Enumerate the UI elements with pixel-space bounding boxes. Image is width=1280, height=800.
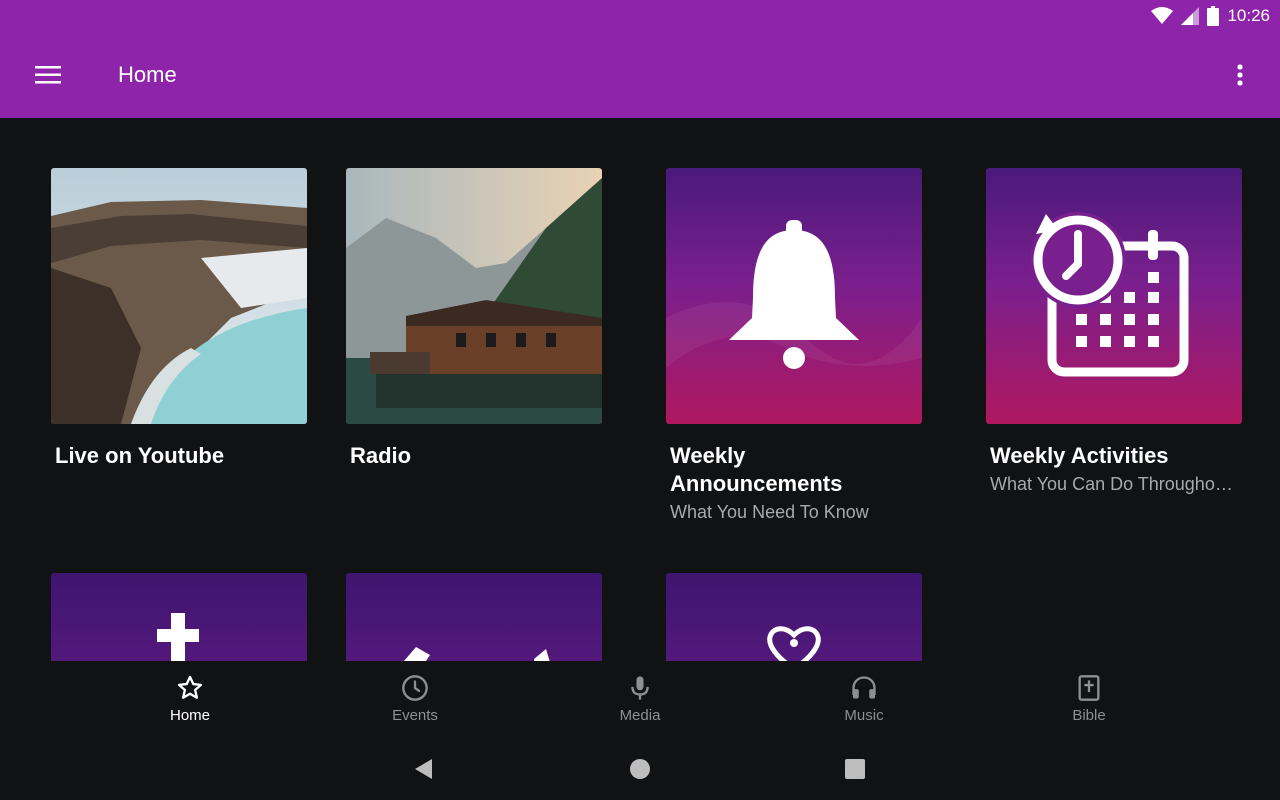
nav-bible[interactable]: Bible bbox=[1029, 661, 1149, 739]
tile-weekly-activities[interactable]: Weekly Activities What You Can Do Throug… bbox=[986, 168, 1242, 496]
overflow-menu-button[interactable] bbox=[1222, 58, 1258, 92]
system-home-button[interactable] bbox=[625, 757, 655, 781]
page-title: Home bbox=[118, 62, 177, 87]
tile-subtitle: What You Need To Know bbox=[670, 502, 869, 522]
bottom-navigation: Home Events Media Music Bible bbox=[0, 661, 1280, 739]
nav-music[interactable]: Music bbox=[804, 661, 924, 739]
tile-thumbnail bbox=[346, 573, 602, 661]
home-circle-icon bbox=[630, 759, 650, 779]
back-triangle-icon bbox=[415, 759, 432, 779]
system-back-button[interactable] bbox=[408, 757, 438, 781]
nav-media[interactable]: Media bbox=[580, 661, 700, 739]
nav-label: Music bbox=[844, 707, 884, 724]
signal-icon bbox=[1181, 7, 1200, 25]
tile-live-on-youtube[interactable]: Live on Youtube bbox=[51, 168, 307, 470]
system-navigation-bar bbox=[0, 739, 1280, 800]
headphones-icon bbox=[852, 676, 876, 699]
tile-weekly-announcements[interactable]: Weekly Announcements What You Need To Kn… bbox=[666, 168, 922, 524]
app-bar: Home bbox=[0, 32, 1280, 118]
lake-cabin-photo bbox=[346, 168, 602, 424]
more-vert-icon bbox=[1237, 64, 1243, 86]
tile-title: Weekly Announcements bbox=[670, 443, 843, 496]
nav-label: Events bbox=[392, 707, 438, 724]
status-bar: 10:26 bbox=[0, 0, 1280, 32]
status-icons: 10:26 bbox=[1151, 5, 1270, 27]
tile-subtitle: What You Can Do Througho… bbox=[990, 474, 1233, 494]
nav-label: Media bbox=[619, 707, 661, 724]
tile-thumbnail bbox=[666, 573, 922, 661]
system-recents-button[interactable] bbox=[840, 757, 870, 781]
tile-grid: Live on Youtube Radio Weekly Announcemen… bbox=[0, 118, 1280, 661]
status-time: 10:26 bbox=[1227, 6, 1270, 25]
microphone-icon bbox=[631, 676, 649, 700]
tile-row2-2[interactable] bbox=[346, 573, 602, 661]
tile-thumbnail bbox=[51, 573, 307, 661]
nav-events[interactable]: Events bbox=[355, 661, 475, 739]
tile-title: Live on Youtube bbox=[55, 443, 225, 468]
hamburger-menu-icon bbox=[35, 66, 61, 84]
crater-lake-photo bbox=[51, 168, 307, 424]
nav-label: Bible bbox=[1072, 707, 1106, 724]
bible-icon bbox=[1078, 675, 1100, 701]
tile-thumbnail bbox=[666, 168, 922, 424]
tile-title: Weekly Activities bbox=[990, 443, 1169, 468]
nav-home[interactable]: Home bbox=[130, 661, 250, 739]
tile-title: Radio bbox=[350, 443, 412, 468]
nav-label: Home bbox=[169, 707, 210, 724]
battery-icon bbox=[1207, 6, 1220, 26]
hamburger-menu-button[interactable] bbox=[26, 58, 70, 92]
wifi-icon bbox=[1151, 7, 1174, 24]
tile-radio[interactable]: Radio bbox=[346, 168, 602, 470]
recents-square-icon bbox=[845, 759, 865, 779]
tile-thumbnail bbox=[986, 168, 1242, 424]
tile-row2-1[interactable] bbox=[51, 573, 307, 661]
star-icon bbox=[177, 675, 203, 699]
tile-row2-3[interactable] bbox=[666, 573, 922, 661]
clock-icon bbox=[402, 675, 428, 701]
